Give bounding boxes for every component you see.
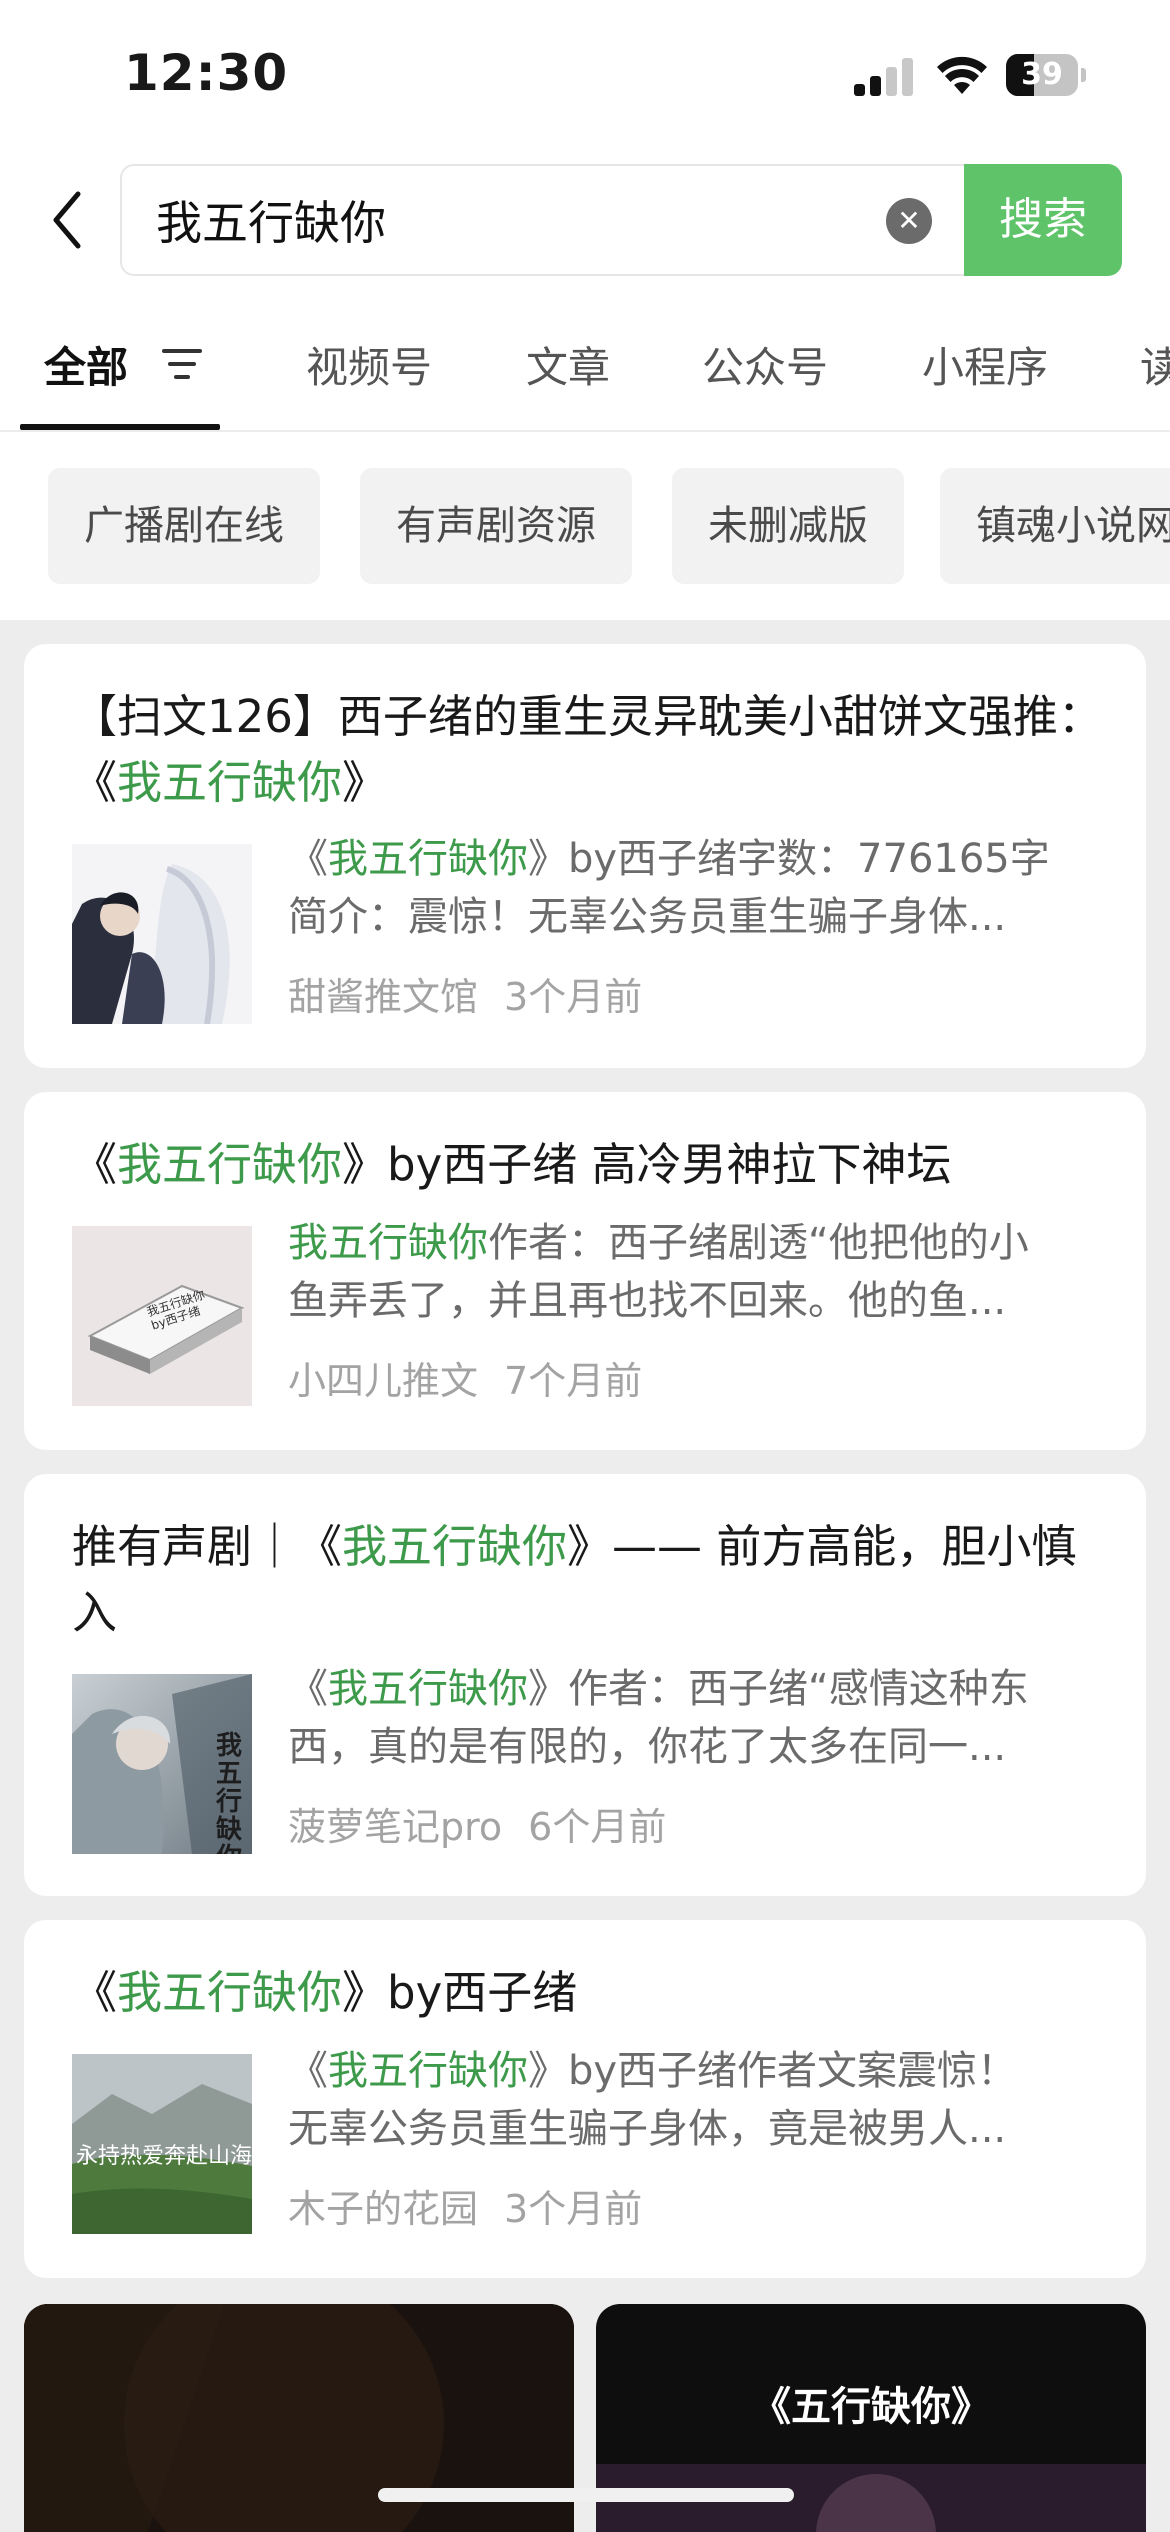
result-source: 甜酱推文馆 [288,975,479,1019]
tab-all[interactable]: 全部 [44,334,128,395]
result-time: 3个月前 [504,975,643,1019]
result-title: 【扫文126】西子绪的重生灵异耽美小甜饼文强推：《我五行缺你》 [72,690,1103,809]
status-bar: 12:30 39 [0,0,1170,150]
result-title: 《我五行缺你》by西子绪 高冷男神拉下神坛 [72,1138,952,1191]
filter-icon[interactable] [160,344,204,384]
suggestion-chip[interactable]: 广播剧在线 [48,468,320,584]
result-meta: 菠萝笔记pro 6个月前 [288,1796,666,1851]
search-input[interactable] [156,166,856,274]
result-snippet: 《我五行缺你》by西子绪作者文案震惊！ 无辜公务员重生骗子身体，竟是被男人... [288,2048,1018,2152]
search-result-card[interactable]: 推有声剧｜《我五行缺你》—— 前方高能，胆小慎入 我五行缺你 《我五行缺你》作者… [24,1474,1146,1896]
tab-channels[interactable]: 视频号 [306,334,432,395]
tab-articles[interactable]: 文章 [526,334,610,395]
battery-icon: 39 [1006,54,1086,96]
tab-official-accounts[interactable]: 公众号 [702,334,828,395]
search-result-card[interactable]: 《我五行缺你》by西子绪 永持热爱 奔赴山海 《我五行缺你》by西子绪作者文案震惊… [24,1920,1146,2278]
result-source: 木子的花园 [288,2187,479,2231]
result-meta: 甜酱推文馆 3个月前 [288,966,642,1021]
result-time: 6个月前 [528,1805,667,1849]
result-meta: 木子的花园 3个月前 [288,2178,642,2233]
status-time: 12:30 [124,44,289,102]
search-field[interactable]: ✕ [120,164,964,276]
battery-level: 39 [1021,57,1063,92]
result-source: 小四儿推文 [288,1359,479,1403]
result-time: 3个月前 [504,2187,643,2231]
result-thumbnail [72,844,252,1024]
result-thumbnail: 永持热爱 奔赴山海 [72,2054,252,2234]
result-snippet: 我五行缺你作者：西子绪剧透“他把他的小 鱼弄丢了，并且再也找不回来。他的鱼... [288,1220,1029,1324]
suggestion-chip[interactable]: 未删减版 [672,468,904,584]
signal-icon [854,58,916,96]
result-snippet: 《我五行缺你》by西子绪字数：776165字 简介：震惊！无辜公务员重生骗子身体… [288,836,1050,940]
result-title: 推有声剧｜《我五行缺你》—— 前方高能，胆小慎入 [72,1520,1077,1639]
search-result-card[interactable]: 《我五行缺你》by西子绪 高冷男神拉下神坛 我五行缺你 by西子绪 我五行缺你作者… [24,1092,1146,1450]
tab-read[interactable]: 读 [1140,334,1170,395]
result-thumbnail: 我五行缺你 [72,1674,252,1854]
wifi-icon [937,56,987,94]
result-time: 7个月前 [504,1359,643,1403]
result-snippet: 《我五行缺你》作者：西子绪“感情这种东 西，真的是有限的，你花了太多在同一... [288,1666,1029,1770]
divider [0,430,1170,432]
result-source: 菠萝笔记pro [288,1805,503,1849]
home-indicator[interactable] [378,2488,794,2502]
clear-search-button[interactable]: ✕ [886,198,932,244]
tab-mini-programs[interactable]: 小程序 [922,334,1048,395]
close-icon: ✕ [897,204,921,237]
suggestion-chip[interactable]: 有声剧资源 [360,468,632,584]
result-meta: 小四儿推文 7个月前 [288,1350,642,1405]
back-icon[interactable] [44,180,90,260]
search-button[interactable]: 搜索 [964,164,1122,276]
result-thumbnail: 我五行缺你 by西子绪 [72,1226,252,1406]
result-tabs: 全部 视频号 文章 公众号 小程序 读 [0,310,1170,430]
suggestion-chip[interactable]: 镇魂小说网 [940,468,1170,584]
search-result-card[interactable]: 【扫文126】西子绪的重生灵异耽美小甜饼文强推：《我五行缺你》 《我五行缺你》b… [24,644,1146,1068]
result-title: 《我五行缺你》by西子绪 [72,1966,578,2019]
